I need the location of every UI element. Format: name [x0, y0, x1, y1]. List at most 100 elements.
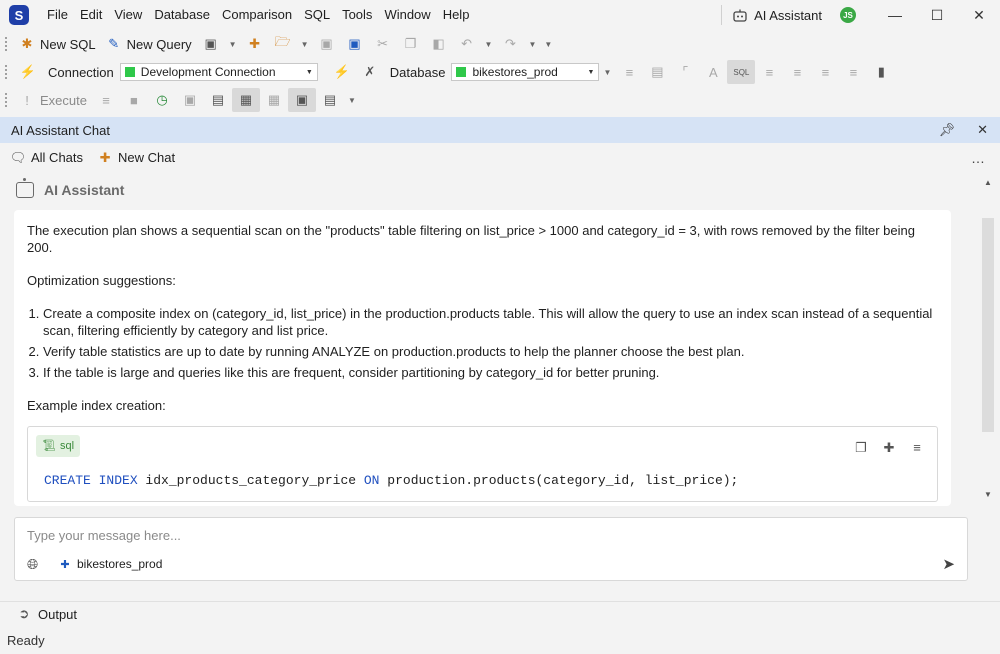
toolbar-grip[interactable]	[5, 93, 8, 107]
pin-icon[interactable]: 📌︎	[939, 122, 956, 138]
connect-icon[interactable]: ⚡	[14, 60, 42, 84]
output-icon: ➲	[18, 606, 30, 621]
toolbar-overflow-icon[interactable]: ▼	[544, 40, 552, 49]
ai-assistant-button[interactable]: AI Assistant	[732, 7, 822, 23]
output-options-icon[interactable]: ▤	[316, 88, 344, 112]
snippet-icon[interactable]: ▤	[643, 60, 671, 84]
execute-step-icon[interactable]: ≡	[92, 88, 120, 112]
title-bar: S File Edit View Database Comparison SQL…	[0, 0, 1000, 30]
more-options-icon[interactable]: …	[971, 150, 986, 166]
list-item: If the table is large and queries like t…	[43, 364, 938, 381]
export-icon[interactable]: ▤	[204, 88, 232, 112]
new-document-icon[interactable]: ▣	[197, 32, 225, 56]
chevron-down-icon[interactable]: ▼	[485, 40, 493, 49]
save-all-icon[interactable]: ▣	[341, 32, 369, 56]
history-icon[interactable]: ◷	[148, 88, 176, 112]
sql-mode-icon[interactable]: SQL	[727, 60, 756, 84]
new-file-icon[interactable]: ✚	[241, 32, 269, 56]
scroll-up-icon[interactable]: ▲	[984, 178, 992, 187]
all-chats-button[interactable]: 🗨︎ All Chats	[10, 150, 83, 166]
new-query-icon: ✎	[108, 36, 120, 51]
redo-icon[interactable]: ↷	[496, 32, 524, 56]
insert-code-icon[interactable]: ✚	[881, 439, 897, 455]
scroll-down-icon[interactable]: ▼	[984, 490, 992, 499]
pivot-icon[interactable]: ▦	[260, 88, 288, 112]
stop-icon[interactable]: ■	[120, 88, 148, 112]
font-size-icon[interactable]: A	[699, 60, 727, 84]
app-logo: S	[9, 5, 29, 25]
chevron-down-icon[interactable]: ▼	[348, 96, 356, 105]
suggestions-heading: Optimization suggestions:	[27, 273, 176, 288]
menu-window[interactable]: Window	[378, 0, 436, 30]
message-scrollbar[interactable]: ▲ ▼	[980, 172, 996, 502]
open-folder-icon[interactable]: 🗁	[269, 32, 297, 56]
new-query-button[interactable]: ✎ New Query	[101, 32, 197, 56]
menu-edit[interactable]: Edit	[74, 0, 108, 30]
cut-icon[interactable]: ✂	[369, 32, 397, 56]
indent-icon[interactable]: ≡	[755, 60, 783, 84]
save-icon[interactable]: ▣	[313, 32, 341, 56]
outline-icon[interactable]: ⌜	[671, 60, 699, 84]
menu-database[interactable]: Database	[148, 0, 216, 30]
chevron-down-icon[interactable]: ▼	[229, 40, 237, 49]
close-icon[interactable]: ✕	[958, 0, 1000, 30]
database-label: Database	[389, 64, 446, 80]
toolbar-grip[interactable]	[5, 37, 8, 51]
close-panel-icon[interactable]: ✕	[977, 122, 988, 138]
copy-code-icon[interactable]: ❐	[853, 439, 869, 455]
maximize-icon[interactable]: ☐	[916, 0, 958, 30]
output-tab[interactable]: ➲ Output	[0, 601, 1000, 626]
status-bar: Ready	[0, 627, 1000, 654]
code-actions: ❐ ✚ ≡	[853, 439, 925, 455]
chevron-down-icon[interactable]: ▼	[301, 40, 309, 49]
new-chat-button[interactable]: ✚ New Chat	[97, 150, 176, 166]
bookmark-icon[interactable]: ▮	[867, 60, 895, 84]
toolbar-overflow-icon[interactable]: ▼	[603, 68, 611, 77]
message-input[interactable]	[27, 526, 927, 544]
globe-icon[interactable]: 🌐︎	[27, 556, 38, 573]
paste-icon[interactable]: ◧	[425, 32, 453, 56]
new-query-label: New Query	[126, 36, 192, 52]
database-context-label: bikestores_prod	[77, 557, 163, 571]
code-keyword: ON	[363, 473, 380, 488]
new-chat-label: New Chat	[118, 150, 176, 165]
format-icon[interactable]: ≡	[615, 60, 643, 84]
uncomment-icon[interactable]: ≡	[839, 60, 867, 84]
menu-comparison[interactable]: Comparison	[216, 0, 298, 30]
database-context-chip[interactable]: ✚ bikestores_prod	[57, 556, 162, 572]
outdent-icon[interactable]: ≡	[783, 60, 811, 84]
status-text: Ready	[7, 633, 45, 648]
menu-sql[interactable]: SQL	[298, 0, 336, 30]
menu-view[interactable]: View	[108, 0, 148, 30]
profile-icon[interactable]: ▣	[176, 88, 204, 112]
copy-icon[interactable]: ❐	[397, 32, 425, 56]
menu-file[interactable]: File	[41, 0, 74, 30]
assistant-header: AI Assistant	[16, 178, 124, 198]
code-language-label: sql	[59, 439, 75, 452]
undo-icon[interactable]: ↶	[453, 32, 481, 56]
connection-toolbar: ⚡ Connection Development Connection ▼ ⚡ …	[0, 58, 1000, 86]
chevron-down-icon[interactable]: ▼	[528, 40, 536, 49]
grid-view-icon[interactable]: ▦	[231, 88, 260, 112]
plug-icon[interactable]: ⚡	[328, 60, 356, 84]
scroll-thumb[interactable]	[982, 218, 994, 432]
execute-button[interactable]: ! Execute	[14, 88, 92, 112]
message-intro: The execution plan shows a sequential sc…	[27, 223, 915, 255]
code-index-name: idx_products_category_price	[137, 473, 364, 488]
menu-tools[interactable]: Tools	[336, 0, 378, 30]
comment-icon[interactable]: ≡	[811, 60, 839, 84]
minimize-icon[interactable]: —	[874, 0, 916, 30]
list-item: Verify table statistics are up to date b…	[43, 343, 938, 360]
connection-select[interactable]: Development Connection ▼	[119, 63, 318, 81]
code-block: 📜︎ sql ❐ ✚ ≡ CREATE INDEX idx_products_c…	[27, 426, 938, 502]
send-icon[interactable]: ➤	[942, 555, 955, 573]
disconnect-icon[interactable]: ✗	[356, 60, 384, 84]
user-avatar[interactable]: JS	[840, 7, 856, 23]
script-icon: 📜︎	[42, 439, 56, 452]
open-in-editor-icon[interactable]: ≡	[909, 439, 925, 455]
image-view-icon[interactable]: ▣	[287, 88, 316, 112]
new-sql-button[interactable]: ✱ New SQL	[14, 32, 101, 56]
toolbar-grip[interactable]	[5, 65, 8, 79]
database-select[interactable]: bikestores_prod ▼	[451, 63, 600, 81]
menu-help[interactable]: Help	[437, 0, 476, 30]
